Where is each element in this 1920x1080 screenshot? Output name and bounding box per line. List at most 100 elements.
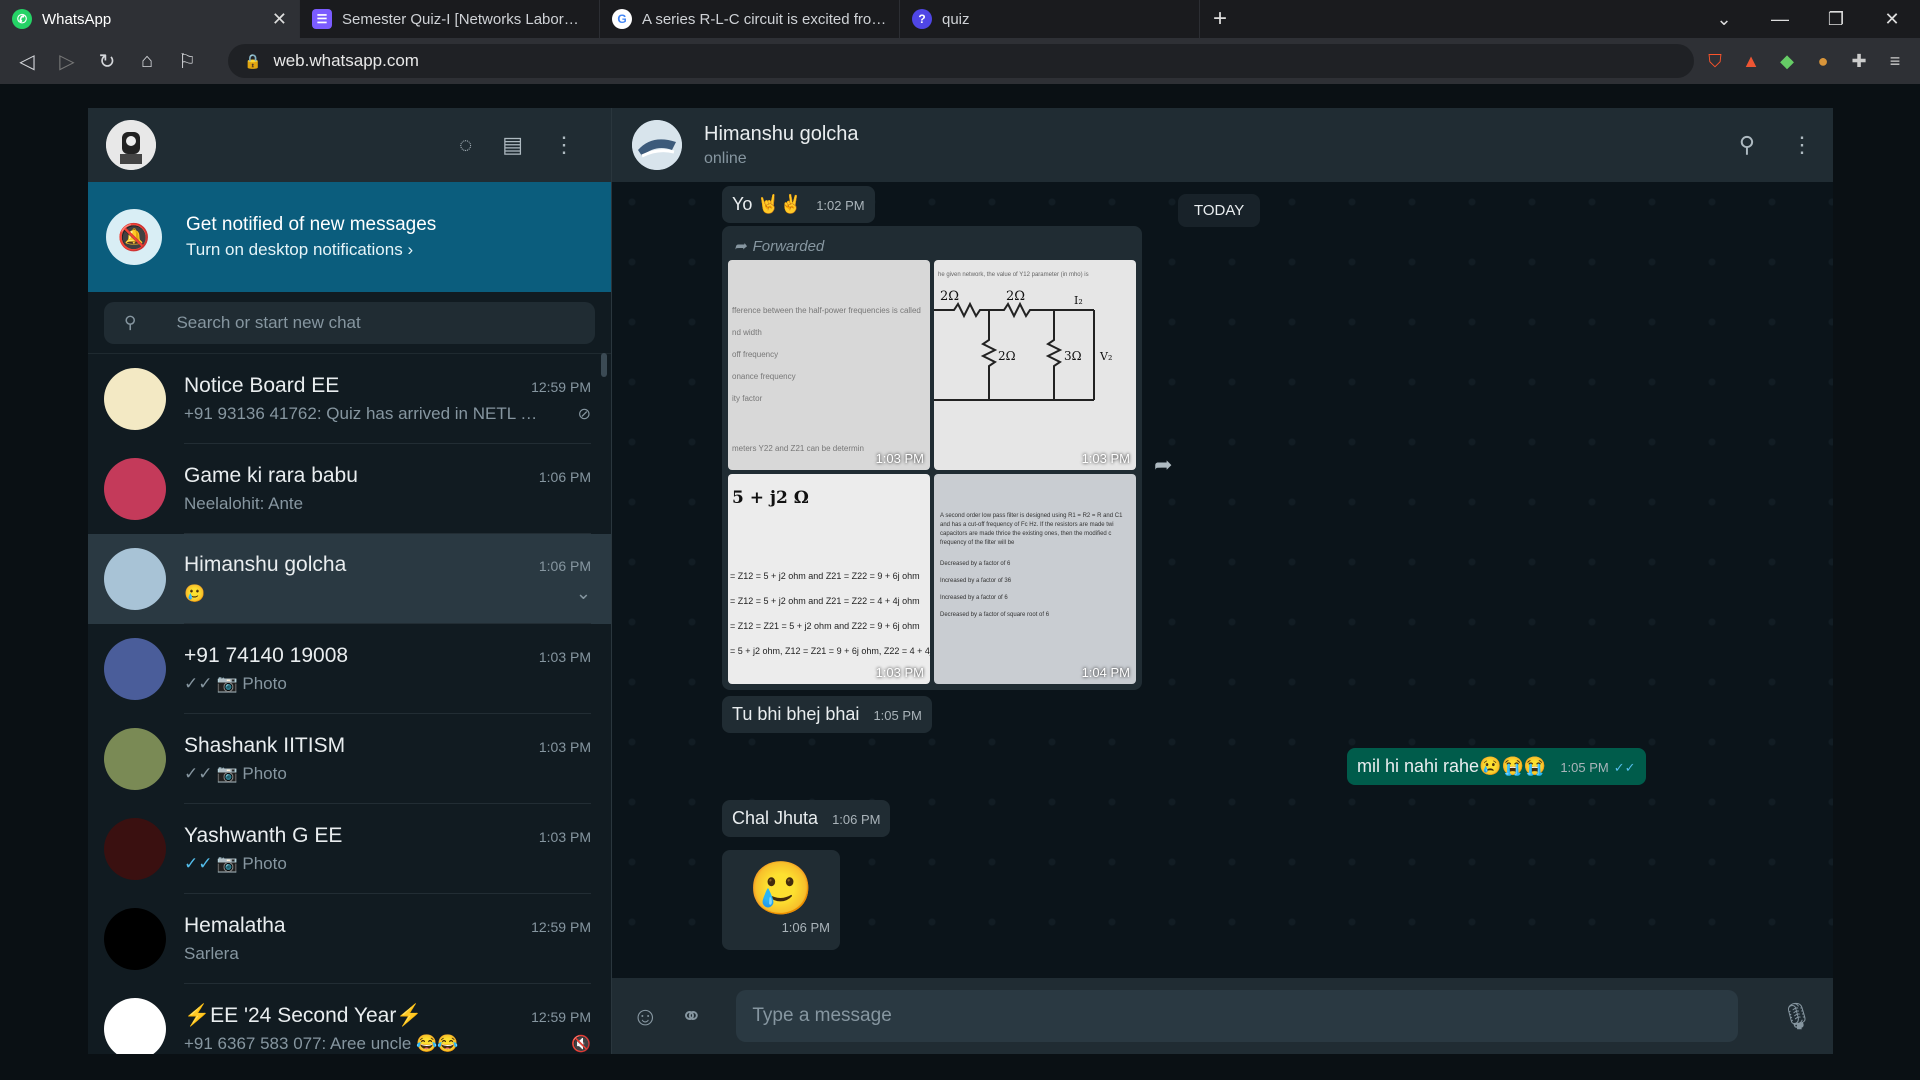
chat-list-item[interactable]: +91 74140 19008 1:03 PM ✓✓ 📷 Photo	[88, 624, 611, 714]
delivery-ticks-icon: ✓✓	[184, 673, 213, 693]
message-bubble-outgoing[interactable]: mil hi nahi rahe😢😭😭 1:05 PM ✓✓	[1347, 748, 1646, 785]
tab-title: WhatsApp	[42, 10, 112, 28]
emoji-message-bubble[interactable]: 🥲 1:06 PM	[722, 850, 840, 950]
my-profile-avatar[interactable]	[106, 120, 156, 170]
contact-avatar[interactable]	[632, 120, 682, 170]
conversation-header[interactable]: Himanshu golcha online ⚲ ⋮	[612, 108, 1833, 182]
notification-link[interactable]: Turn on desktop notifications ›	[186, 240, 436, 260]
chat-list-item[interactable]: Notice Board EE 12:59 PM +91 93136 41762…	[88, 354, 611, 444]
tab-whatsapp[interactable]: ✆ WhatsApp ✕	[0, 0, 300, 38]
photo-thumbnail[interactable]: he given network, the value of Y12 param…	[934, 260, 1136, 470]
extension-icon[interactable]: ◆	[1772, 46, 1802, 76]
chat-avatar	[104, 728, 166, 790]
tab-rlc-search[interactable]: G A series R-L-C circuit is excited from…	[600, 0, 900, 38]
forward-message-icon[interactable]: ➦	[1154, 452, 1172, 478]
url-field[interactable]: 🔒 web.whatsapp.com	[228, 44, 1694, 78]
chat-list-item[interactable]: Hemalatha 12:59 PM Sarlera	[88, 894, 611, 984]
cookie-extension-icon[interactable]: ●	[1808, 46, 1838, 76]
forward-icon[interactable]: ▷	[50, 44, 84, 78]
message-bubble[interactable]: Tu bhi bhej bhai 1:05 PM	[722, 696, 932, 733]
photo-time: 1:03 PM	[1081, 451, 1130, 466]
status-icon[interactable]: ◌	[459, 132, 472, 158]
message-area: TODAY Yo 🤘✌ 1:02 PM ➦ Forwarded fference …	[612, 182, 1833, 978]
address-bar: ◁ ▷ ↻ ⌂ ⚐ 🔒 web.whatsapp.com ⛉ ▲ ◆ ● ✚ ≡	[0, 38, 1920, 84]
chat-preview: ✓✓ 📷 Photo	[184, 673, 287, 693]
message-input-placeholder: Type a message	[752, 1005, 892, 1026]
search-placeholder: Search or start new chat	[176, 312, 361, 332]
photo-time: 1:03 PM	[875, 451, 924, 466]
chat-list-item[interactable]: Yashwanth G EE 1:03 PM ✓✓ 📷 Photo	[88, 804, 611, 894]
whatsapp-favicon-icon: ✆	[12, 9, 32, 29]
delivery-ticks-icon: ✓✓	[184, 853, 213, 873]
chat-list-item[interactable]: Game ki rara babu 1:06 PM Neelalohit: An…	[88, 444, 611, 534]
chat-time: 12:59 PM	[531, 918, 591, 935]
chat-time: 1:03 PM	[538, 828, 591, 845]
chat-preview: +91 93136 41762: Quiz has arrived in NET…	[184, 403, 544, 423]
photo-text-block: fference between the half-power frequenc…	[732, 306, 921, 453]
close-tab-icon[interactable]: ✕	[272, 9, 287, 30]
search-input[interactable]: ⚲ Search or start new chat	[104, 301, 595, 344]
chevron-down-icon[interactable]: ⌄	[576, 583, 591, 604]
lock-icon: 🔒	[244, 52, 262, 69]
chat-name: Yashwanth G EE	[184, 823, 343, 847]
chat-name: Game ki rara babu	[184, 463, 358, 487]
chat-list: Notice Board EE 12:59 PM +91 93136 41762…	[88, 354, 611, 1054]
voltage-label: V₂	[1099, 350, 1112, 363]
menu-icon[interactable]: ≡	[1880, 46, 1910, 76]
reload-icon[interactable]: ↻	[90, 44, 124, 78]
emoji-icon[interactable]: ☺	[632, 1001, 659, 1032]
tab-search-icon[interactable]: ⌄	[1696, 9, 1752, 30]
conversation-menu-icon[interactable]: ⋮	[1791, 132, 1813, 158]
quiz-favicon-icon: ?	[912, 9, 932, 29]
message-time: 1:05 PM	[873, 708, 922, 723]
bookmark-icon[interactable]: ⚐	[170, 44, 204, 78]
url-text: web.whatsapp.com	[273, 51, 419, 70]
attach-icon[interactable]: ⚭	[681, 1001, 703, 1032]
current-label: I₂	[1074, 294, 1083, 307]
new-tab-button[interactable]: +	[1200, 5, 1240, 33]
sidebar-header: ◌ ▤ ⋮	[88, 108, 611, 182]
menu-dots-icon[interactable]: ⋮	[553, 132, 575, 158]
extensions-puzzle-icon[interactable]: ✚	[1844, 46, 1874, 76]
circuit-diagram: 2Ω 2Ω 2Ω 3Ω I₂ V₂	[934, 289, 1112, 401]
photo-thumbnail[interactable]: fference between the half-power frequenc…	[728, 260, 930, 470]
back-icon[interactable]: ◁	[10, 44, 44, 78]
new-chat-icon[interactable]: ▤	[502, 132, 523, 158]
brave-shield-icon[interactable]: ⛉	[1700, 46, 1730, 76]
forward-arrow-icon: ➦	[734, 238, 747, 255]
minimize-icon[interactable]: —	[1752, 9, 1808, 30]
chat-time: 1:06 PM	[538, 558, 591, 574]
notification-banner[interactable]: 🔕 Get notified of new messages Turn on d…	[88, 182, 611, 292]
message-bubble[interactable]: Yo 🤘✌ 1:02 PM	[722, 186, 875, 223]
brave-rewards-icon[interactable]: ▲	[1736, 46, 1766, 76]
bell-off-icon: 🔕	[106, 209, 162, 265]
photo-thumbnail[interactable]: A second order low pass filter is design…	[934, 474, 1136, 684]
photo-thumbnail[interactable]: 5 + j2 Ω = Z12 = 5 + j2 ohm and Z21 = Z2…	[728, 474, 930, 684]
forwarded-image-album[interactable]: ➦ Forwarded fference between the half-po…	[722, 226, 1142, 690]
chat-list-scrollbar[interactable]	[601, 353, 607, 377]
pin-icon: ⊘	[577, 405, 591, 423]
resistor-label: 2Ω	[998, 349, 1016, 363]
resistor-label: 3Ω	[1064, 349, 1082, 363]
message-input[interactable]: Type a message	[736, 990, 1738, 1042]
close-window-icon[interactable]: ✕	[1864, 9, 1920, 30]
microphone-icon[interactable]: 🎙	[1780, 1001, 1813, 1032]
restore-icon[interactable]: ❐	[1808, 9, 1864, 30]
home-icon[interactable]: ⌂	[130, 44, 164, 78]
search-messages-icon[interactable]: ⚲	[1739, 132, 1755, 158]
chat-list-item[interactable]: ⚡EE '24 Second Year⚡ 12:59 PM +91 6367 5…	[88, 984, 611, 1054]
tab-title: quiz	[942, 10, 970, 28]
resistor-label: 2Ω	[1006, 289, 1025, 304]
tab-semester-quiz[interactable]: ☰ Semester Quiz-I [Networks Laboratory	[300, 0, 600, 38]
chat-list-item[interactable]: Himanshu golcha 1:06 PM 🥲 ⌄	[88, 534, 611, 624]
message-time: 1:02 PM	[816, 198, 865, 213]
chat-time: 1:03 PM	[538, 648, 591, 665]
photo-text-block: = Z12 = 5 + j2 ohm and Z21 = Z22 = 9 + 6…	[730, 571, 930, 656]
contact-status: online	[704, 149, 747, 167]
chat-list-item[interactable]: Shashank IITISM 1:03 PM ✓✓ 📷 Photo	[88, 714, 611, 804]
tab-quiz[interactable]: ? quiz	[900, 0, 1200, 38]
message-composer: ☺ ⚭ Type a message 🎙	[612, 978, 1833, 1054]
chat-avatar	[104, 818, 166, 880]
contact-name: Himanshu golcha	[704, 122, 859, 145]
message-bubble[interactable]: Chal Jhuta 1:06 PM	[722, 800, 891, 837]
